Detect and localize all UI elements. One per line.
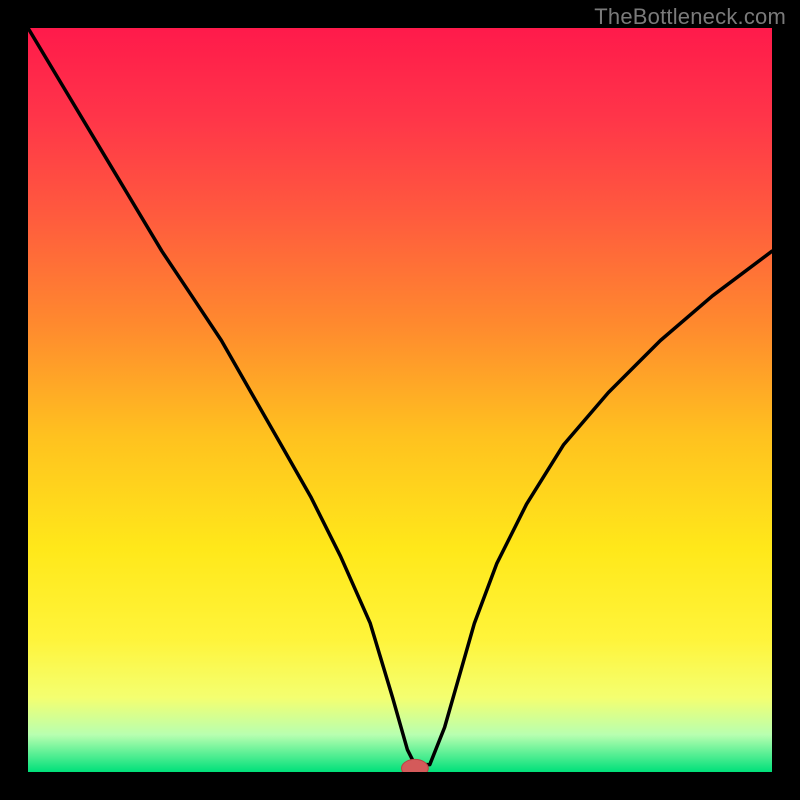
watermark-label: TheBottleneck.com bbox=[594, 4, 786, 30]
chart-svg bbox=[28, 28, 772, 772]
chart-frame: TheBottleneck.com bbox=[0, 0, 800, 800]
plot-area bbox=[28, 28, 772, 772]
gradient-background bbox=[28, 28, 772, 772]
